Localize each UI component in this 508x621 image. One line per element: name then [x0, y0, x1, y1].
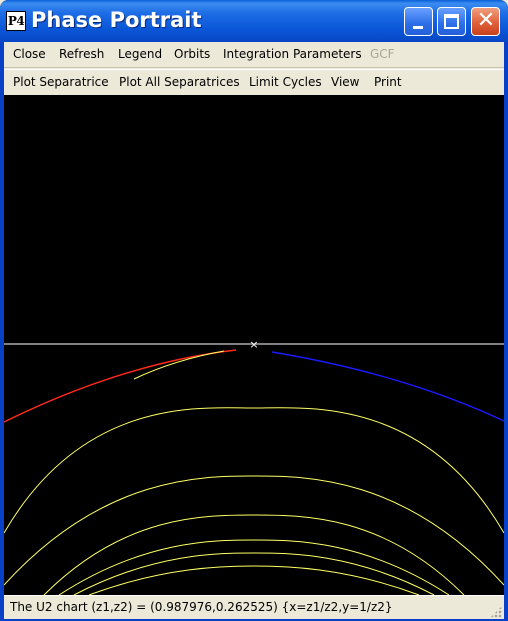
window-client-area: Close Refresh Legend Orbits Integration …: [4, 42, 504, 621]
menu-plot-all-separatrices[interactable]: Plot All Separatrices: [119, 75, 240, 89]
menu-bar-secondary: Plot Separatrice Plot All Separatrices L…: [4, 69, 504, 95]
minimize-button[interactable]: [404, 7, 433, 36]
minimize-icon: [413, 26, 423, 29]
app-icon: P4: [6, 11, 26, 31]
close-window-button[interactable]: ✕: [471, 7, 500, 36]
menu-legend[interactable]: Legend: [118, 47, 162, 61]
phase-portrait-plot[interactable]: ×: [4, 95, 504, 595]
window-title: Phase Portrait: [31, 8, 202, 32]
menu-close[interactable]: Close: [13, 47, 46, 61]
menu-orbits[interactable]: Orbits: [174, 47, 210, 61]
menu-limit-cycles[interactable]: Limit Cycles: [249, 75, 322, 89]
resize-grip-icon[interactable]: [490, 606, 502, 618]
phase-portrait-canvas[interactable]: ×: [4, 95, 504, 595]
phase-portrait-window: P4 Phase Portrait ✕ Close Refresh Legend…: [0, 0, 508, 621]
window-frame-right: [504, 42, 508, 621]
close-icon: ✕: [476, 8, 496, 33]
menu-integration-parameters[interactable]: Integration Parameters: [223, 47, 362, 61]
menu-print[interactable]: Print: [374, 75, 402, 89]
singular-point-marker[interactable]: ×: [249, 338, 258, 351]
status-bar: The U2 chart (z1,z2) = (0.987976,0.26252…: [4, 595, 504, 620]
menu-view[interactable]: View: [331, 75, 359, 89]
menu-refresh[interactable]: Refresh: [59, 47, 104, 61]
menu-gcf: GCF: [370, 47, 395, 61]
title-bar[interactable]: P4 Phase Portrait ✕: [0, 0, 508, 42]
menu-bar-primary: Close Refresh Legend Orbits Integration …: [4, 42, 504, 68]
maximize-icon: [444, 14, 459, 29]
status-coordinates: The U2 chart (z1,z2) = (0.987976,0.26252…: [10, 600, 393, 614]
maximize-button[interactable]: [437, 7, 466, 36]
menu-plot-separatrice[interactable]: Plot Separatrice: [13, 75, 109, 89]
